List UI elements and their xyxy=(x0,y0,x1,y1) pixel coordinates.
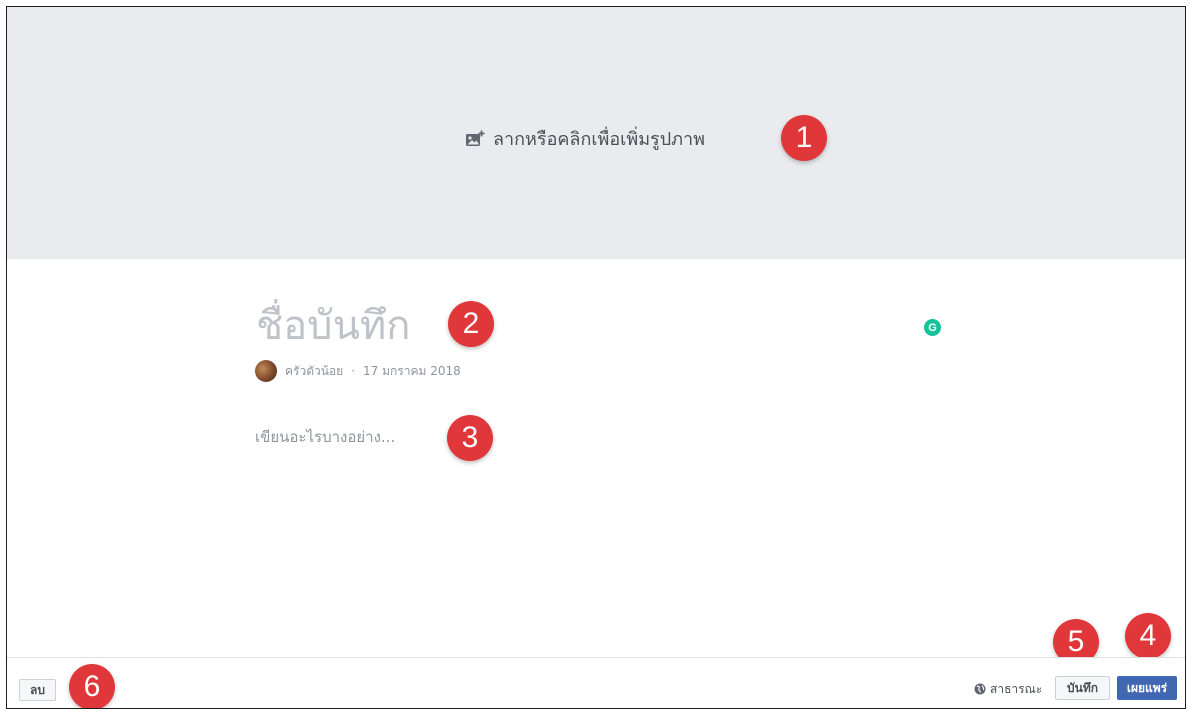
editor-footer: ลบ 6 สาธารณะ บันทึก เผยแพร่ xyxy=(7,657,1185,708)
publish-button[interactable]: เผยแพร่ xyxy=(1117,676,1177,700)
privacy-selector[interactable]: สาธารณะ xyxy=(974,678,1042,700)
annotation-badge-4: 4 xyxy=(1125,613,1171,659)
annotation-badge-2: 2 xyxy=(448,301,494,347)
add-photo-icon xyxy=(466,130,485,146)
annotation-badge-1: 1 xyxy=(781,115,827,161)
meta-separator: · xyxy=(351,364,356,378)
delete-button[interactable]: ลบ xyxy=(19,679,56,701)
cover-prompt[interactable]: ลากหรือคลิกเพื่อเพิ่มรูปภาพ xyxy=(465,124,705,153)
note-title-input[interactable] xyxy=(256,299,906,353)
privacy-label: สาธารณะ xyxy=(990,681,1043,696)
avatar[interactable] xyxy=(255,360,277,382)
note-editor: ลากหรือคลิกเพื่อเพิ่มรูปภาพ 1 2 G ครัวตั… xyxy=(6,6,1186,709)
save-button[interactable]: บันทึก xyxy=(1055,676,1110,700)
globe-icon xyxy=(974,683,986,695)
annotation-badge-6: 6 xyxy=(69,664,115,708)
author-name[interactable]: ครัวตัวน้อย xyxy=(285,362,343,381)
annotation-badge-3: 3 xyxy=(447,415,493,461)
grammarly-icon[interactable]: G xyxy=(924,319,941,336)
note-body-input[interactable] xyxy=(255,425,905,625)
note-date: 17 มกราคม 2018 xyxy=(363,363,461,378)
cover-photo-dropzone[interactable]: ลากหรือคลิกเพื่อเพิ่มรูปภาพ 1 xyxy=(7,7,1185,259)
note-meta: ครัวตัวน้อย · 17 มกราคม 2018 xyxy=(255,360,461,382)
cover-prompt-label: ลากหรือคลิกเพื่อเพิ่มรูปภาพ xyxy=(493,129,705,150)
